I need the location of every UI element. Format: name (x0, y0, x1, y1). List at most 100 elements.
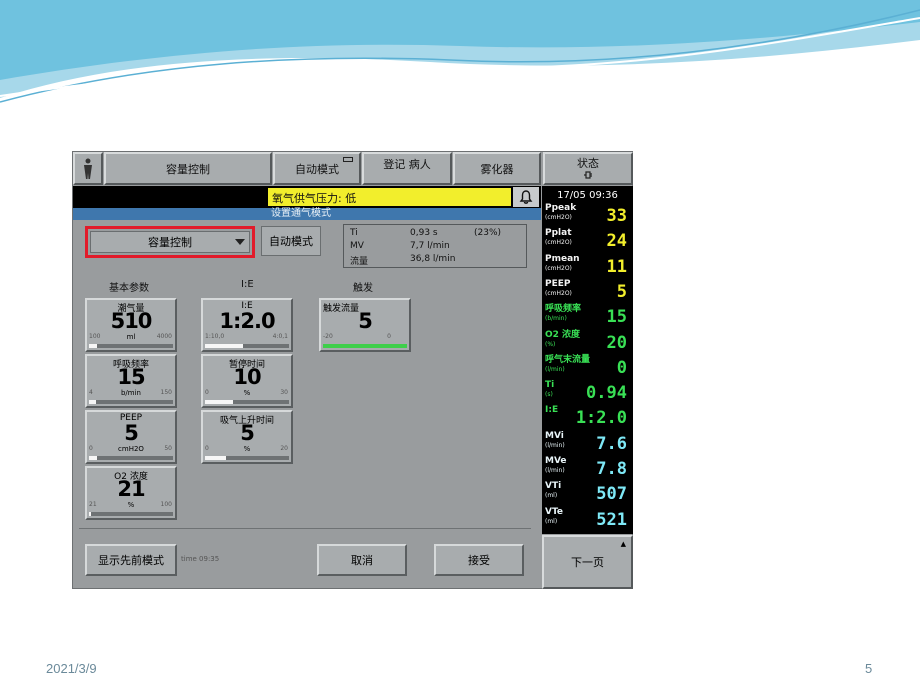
knob-min: 100 (89, 333, 101, 340)
knob-value: 5 (124, 421, 139, 445)
section-trigger: 触发 (353, 283, 373, 294)
plug-icon (584, 170, 592, 179)
slide: 容量控制 自动模式 登记 病人 雾化器 状态 氧气供气压力: 低 设置通气模式 … (0, 0, 920, 690)
knob-min: 1:10,0 (205, 333, 225, 340)
monitor-row: MVi (l/min) 7.6 (542, 430, 633, 457)
knob-level-bar (205, 344, 289, 348)
info-row-flow: 流量 36,8 l/min (350, 254, 526, 267)
knob-o2-concentration[interactable]: O2 浓度 21 % 21 100 (85, 466, 177, 520)
monitor-value: 7.6 (596, 433, 627, 454)
up-arrow-icon: ▲ (620, 540, 626, 548)
monitor-label: PEEP (545, 278, 571, 289)
knob-max: 0 (387, 333, 391, 340)
monitor-unit: (cmH2O) (545, 264, 572, 272)
monitor-unit: (cmH2O) (545, 214, 572, 221)
knob-level-bar (205, 456, 289, 460)
knob-level-fill (205, 456, 226, 460)
auto-mode-button[interactable]: 自动模式 (261, 226, 321, 256)
monitor-unit: (s) (545, 391, 553, 399)
monitor-value: 1:2.0 (575, 408, 627, 429)
knob-max: 150 (160, 389, 172, 396)
monitor-row: Ti (s) 0.94 (542, 381, 633, 406)
knob-ie-ratio[interactable]: I:E 1:2.0 1:10,0 4:0,1 (201, 298, 293, 352)
knob-pause-time[interactable]: 暂停时间 10 % 0 30 (201, 354, 293, 408)
monitor-row: Pmean (cmH2O) 11 (542, 253, 633, 280)
status-button[interactable]: 状态 (543, 152, 633, 185)
patient-icon-button[interactable] (73, 152, 103, 185)
monitor-value: 20 (606, 332, 627, 353)
monitor-unit: (%) (545, 340, 556, 348)
auto-mode-tab-button[interactable]: 自动模式 (273, 152, 361, 185)
monitor-unit: (ml) (545, 517, 558, 525)
monitor-label: 呼气末流量 (545, 354, 591, 365)
info-value: 0,93 s (410, 228, 438, 238)
dropdown-arrow-icon (235, 239, 245, 245)
dialog-title: 设置通气模式 (73, 208, 541, 220)
show-previous-mode-button[interactable]: 显示先前模式 (85, 544, 177, 576)
monitoring-panel: 17/05 09:36 Ppeak (cmH2O) 33 Pplat (cmH2O) 24… (542, 186, 633, 534)
monitor-row: VTi (ml) 507 (542, 482, 633, 507)
status-label: 状态 (577, 156, 599, 170)
calculated-values-box: Ti 0,93 s (23%) MV 7,7 l/min 流量 36,8 l/m… (343, 224, 527, 268)
knob-tidal-volume[interactable]: 潮气量 510 ml 100 4000 (85, 298, 177, 352)
monitor-label: Ti (545, 380, 555, 391)
slide-page-number: 5 (865, 661, 873, 676)
info-name: Ti (350, 228, 358, 238)
mode-select-highlight: 容量控制 (85, 226, 255, 258)
knob-resp-rate[interactable]: 呼吸频率 15 b/min 4 150 (85, 354, 177, 408)
alarm-silence-button[interactable] (513, 187, 539, 207)
monitor-row: Ppeak (cmH2O) 33 (542, 204, 633, 229)
mode-tab-label: 容量控制 (166, 162, 210, 176)
info-value: 7,7 l/min (410, 241, 450, 251)
knob-level-bar (205, 400, 289, 404)
accept-button[interactable]: 接受 (434, 544, 524, 576)
header-wave-decoration (0, 0, 920, 103)
monitor-row: O2 浓度 (%) 20 (542, 329, 633, 356)
knob-value: 510 (110, 309, 153, 333)
monitor-label: O2 浓度 (545, 329, 581, 340)
time-label: time 09:35 (181, 555, 220, 563)
monitor-label: Pmean (545, 253, 580, 264)
knob-value: 21 (117, 477, 145, 501)
knob-trigger-flow[interactable]: 触发流量 5 -20 0 (319, 298, 411, 352)
knob-level-bar (323, 344, 407, 348)
alarm-message: 氧气供气压力: 低 (268, 188, 511, 206)
nebulizer-button[interactable]: 雾化器 (453, 152, 541, 185)
knob-unit: % (243, 445, 251, 453)
knob-max: 4:0,1 (272, 333, 288, 340)
monitor-unit: (l/min) (545, 441, 565, 449)
mode-tab-button[interactable]: 容量控制 (104, 152, 272, 185)
knob-unit: cmH2O (118, 445, 144, 453)
monitor-label: MVi (545, 430, 564, 441)
monitor-datetime: 17/05 09:36 (557, 190, 618, 201)
monitor-value: 11 (606, 256, 627, 277)
patient-register-label: 登记 病人 (383, 158, 431, 171)
monitor-label: 呼吸频率 (545, 304, 582, 315)
monitor-value: 0.94 (586, 383, 627, 404)
monitor-label: Ppeak (545, 203, 577, 213)
knob-min: 0 (89, 445, 93, 452)
monitor-row: Pplat (cmH2O) 24 (542, 229, 633, 254)
patient-register-button[interactable]: 登记 病人 (362, 152, 452, 185)
nebulizer-label: 雾化器 (480, 162, 514, 176)
window-icon (343, 157, 353, 162)
monitor-unit: (ml) (545, 492, 558, 500)
mode-select-dropdown[interactable]: 容量控制 (90, 231, 250, 253)
knob-max: 50 (164, 445, 172, 452)
info-row-ti: Ti 0,93 s (23%) (350, 228, 526, 241)
knob-level-fill (89, 512, 91, 516)
monitor-unit: (cmH2O) (545, 289, 572, 297)
section-basic-params: 基本参数 (109, 283, 149, 294)
cancel-button[interactable]: 取消 (317, 544, 407, 576)
knob-level-fill (89, 400, 96, 404)
next-page-button[interactable]: ▲ 下一页 (542, 535, 633, 589)
monitor-label: Pplat (545, 228, 572, 239)
show-previous-mode-label: 显示先前模式 (98, 554, 164, 567)
next-page-label: 下一页 (571, 556, 604, 569)
knob-peep[interactable]: PEEP 5 cmH2O 0 50 (85, 410, 177, 464)
knob-rise-time[interactable]: 吸气上升时间 5 % 0 20 (201, 410, 293, 464)
monitor-label: VTi (545, 481, 562, 492)
monitor-row: 呼吸频率 (b/min) 15 (542, 305, 633, 330)
mode-select-value: 容量控制 (148, 236, 192, 249)
auto-mode-tab-label: 自动模式 (295, 162, 339, 176)
